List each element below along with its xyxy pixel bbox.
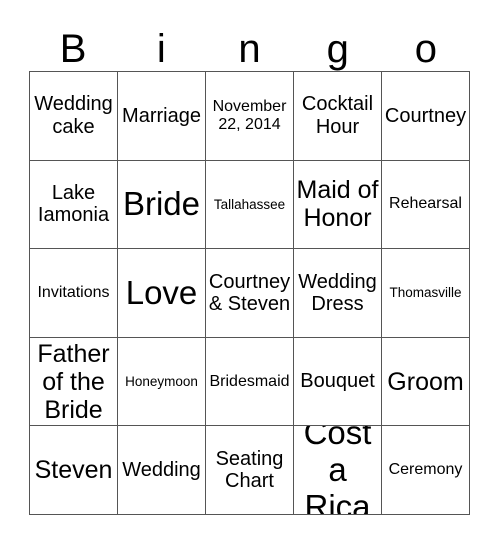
bingo-cell[interactable]: Courtney & Steven <box>206 249 294 338</box>
header-letter-o: o <box>414 27 438 71</box>
bingo-card: B i n g o Wedding cake Marriage November… <box>0 0 500 544</box>
bingo-cell[interactable]: Bridesmaid <box>206 337 294 427</box>
bingo-cell[interactable]: Wedding Dress <box>294 249 382 338</box>
bingo-cell[interactable]: Bride <box>118 160 206 250</box>
bingo-cell[interactable]: Love <box>118 249 206 338</box>
bingo-cell[interactable]: Father of the Bride <box>30 337 118 427</box>
header-letter-i: i <box>156 27 166 71</box>
bingo-cell-label: Wedding cake <box>34 93 113 138</box>
header-letter-b: B <box>59 27 87 71</box>
bingo-cell-label: Love <box>125 273 198 311</box>
bingo-grid: Wedding cake Marriage November 22, 2014 … <box>29 71 470 515</box>
bingo-cell[interactable]: Lake Iamonia <box>30 160 118 250</box>
bingo-cell-label: Honeymoon <box>125 374 198 390</box>
bingo-cell[interactable]: Wedding cake <box>30 72 118 161</box>
bingo-cell[interactable]: Cocktail Hour <box>294 72 382 161</box>
bingo-cell[interactable]: Courtney <box>382 72 470 161</box>
bingo-cell-label: Courtney & Steven <box>208 270 291 315</box>
bingo-cell-label: Ceremony <box>388 461 463 479</box>
bingo-cell-label: Groom <box>387 367 464 396</box>
bingo-cell-label: Bridesmaid <box>209 372 290 390</box>
bingo-cell[interactable]: Maid of Honor <box>294 160 382 250</box>
bingo-cell-label: Costa Rica <box>303 426 372 515</box>
bingo-cell-label: Steven <box>34 456 113 485</box>
bingo-cell[interactable]: Rehearsal <box>382 160 470 250</box>
header-letter-g: g <box>326 27 349 71</box>
bingo-cell-label: Lake Iamonia <box>37 182 110 227</box>
bingo-cell-label: Bride <box>122 184 201 222</box>
bingo-cell-label: Invitations <box>37 284 110 302</box>
bingo-cell-label: Wedding <box>122 458 201 481</box>
bingo-cell[interactable]: Groom <box>382 337 470 427</box>
header-letter-n: n <box>238 27 261 71</box>
bingo-cell[interactable]: Honeymoon <box>118 337 206 427</box>
bingo-cell[interactable]: Ceremony <box>382 426 470 515</box>
bingo-cell[interactable]: Wedding <box>118 426 206 515</box>
bingo-cell-label: Seating Chart <box>215 447 284 493</box>
bingo-cell-label: Bouquet <box>300 370 375 393</box>
bingo-cell[interactable]: Steven <box>30 426 118 515</box>
bingo-cell-label: Tallahassee <box>213 196 286 212</box>
bingo-cell-label: Courtney <box>384 104 467 127</box>
bingo-header: B i n g o <box>29 14 470 71</box>
bingo-cell-label: Wedding Dress <box>298 270 377 315</box>
bingo-cell[interactable]: Thomasville <box>382 249 470 338</box>
bingo-cell[interactable]: Costa Rica <box>294 426 382 515</box>
bingo-cell-label: Rehearsal <box>389 195 462 213</box>
bingo-cell-label: Father of the Bride <box>37 339 110 424</box>
bingo-cell[interactable]: Tallahassee <box>206 160 294 250</box>
bingo-cell-label: November 22, 2014 <box>212 97 287 133</box>
bingo-cell[interactable]: Seating Chart <box>206 426 294 515</box>
bingo-cell-label: Cocktail Hour <box>301 93 374 138</box>
bingo-cell[interactable]: Bouquet <box>294 337 382 427</box>
bingo-cell-label: Marriage <box>122 104 201 127</box>
bingo-cell[interactable]: November 22, 2014 <box>206 72 294 161</box>
bingo-cell-label: Maid of Honor <box>296 176 379 233</box>
bingo-cell[interactable]: Marriage <box>118 72 206 161</box>
bingo-cell[interactable]: Invitations <box>30 249 118 338</box>
bingo-cell-label: Thomasville <box>389 285 462 301</box>
